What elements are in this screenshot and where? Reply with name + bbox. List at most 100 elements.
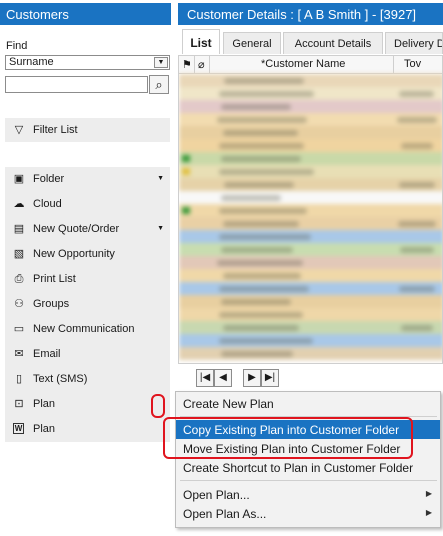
action-label: Folder [33,173,65,185]
flag-icon[interactable]: ⚑ [182,58,192,71]
action-label: New Communication [33,323,135,335]
table-row[interactable] [179,126,442,139]
plan-context-menu: Create New Plan Copy Existing Plan into … [175,391,441,528]
table-row[interactable] [179,347,442,360]
action-folder[interactable]: ▣ Folder ▼ [5,167,170,192]
customers-panel-title: Customers [0,3,171,25]
tab-delivery-details[interactable]: Delivery D [385,32,443,54]
attachment-icon[interactable]: ⌀ [198,58,205,71]
blurred-rows [179,74,442,363]
chevron-down-icon[interactable]: ▼ [157,225,164,232]
email-icon: ✉ [14,348,24,360]
action-label: Email [33,348,61,360]
cloud-icon: ☁ [13,198,25,210]
submenu-arrow-icon: ▶ [425,489,432,498]
printer-icon: ⎙ [14,273,24,285]
table-row[interactable] [179,243,442,256]
table-row[interactable] [179,191,442,204]
action-label: Plan [33,398,56,410]
action-groups[interactable]: ⚇ Groups [5,292,170,317]
menu-item-create-shortcut-to-plan[interactable]: Create Shortcut to Plan in Customer Fold… [176,458,440,477]
table-row[interactable] [179,139,442,152]
action-new-quote-order[interactable]: ▤ New Quote/Order ▼ [5,217,170,242]
column-customer-name[interactable]: *Customer Name [261,58,345,70]
submenu-arrow-icon: ▶ [425,508,432,517]
menu-item-create-new-plan[interactable]: Create New Plan [176,394,440,413]
next-record-button[interactable]: ▶ [243,369,261,387]
table-row[interactable] [179,256,442,269]
tab-list[interactable]: List [182,29,220,54]
action-label: Plan [33,423,56,435]
column-town[interactable]: Tov [404,58,421,70]
customer-grid: ⚑ ⌀ *Customer Name Tov [178,55,443,364]
table-row[interactable] [179,113,442,126]
search-button[interactable]: ⌕ [149,75,169,94]
action-label: Cloud [33,198,62,210]
grid-header: ⚑ ⌀ *Customer Name Tov [179,56,442,74]
details-tabs: List General Account Details Delivery D [178,29,443,54]
record-navigator: |◀ ◀ ▶ ▶| [196,369,280,389]
document-icon: ▤ [13,223,25,235]
plan-icon: ⊡ [14,398,24,410]
menu-item-label: Open Plan As... [183,507,267,521]
last-record-button[interactable]: ▶| [261,369,279,387]
folder-icon: ▣ [13,173,25,185]
annotation-highlight-plan-arrow [151,394,165,418]
menu-item-open-plan-as[interactable]: Open Plan As... ▶ [176,504,440,523]
action-list: ▣ Folder ▼ ☁ Cloud ▤ New Quote/Order ▼ ▧… [5,167,170,442]
find-label: Find [6,40,28,52]
table-row[interactable] [179,308,442,321]
menu-item-label: Create Shortcut to Plan in Customer Fold… [183,461,414,475]
action-print-list[interactable]: ⎙ Print List [5,267,170,292]
menu-separator [180,480,437,481]
opportunity-icon: ▧ [13,248,25,260]
action-plan[interactable]: ⊡ Plan [5,392,170,417]
action-cloud[interactable]: ☁ Cloud [5,192,170,217]
first-record-button[interactable]: |◀ [196,369,214,387]
table-row[interactable] [179,217,442,230]
previous-record-button[interactable]: ◀ [214,369,232,387]
table-row[interactable] [179,269,442,282]
groups-icon: ⚇ [14,298,24,310]
table-row[interactable] [179,165,442,178]
table-row[interactable] [179,100,442,113]
search-input[interactable] [5,76,148,93]
table-row[interactable] [179,74,442,87]
action-label: New Opportunity [33,248,115,260]
action-email[interactable]: ✉ Email [5,342,170,367]
action-label: Print List [33,273,76,285]
action-label: New Quote/Order [33,223,120,235]
menu-item-open-plan[interactable]: Open Plan... ▶ [176,485,440,504]
tab-account-details[interactable]: Account Details [283,32,383,54]
action-label: Text (SMS) [33,373,88,385]
annotation-highlight-copy-move [163,417,413,459]
table-row[interactable] [179,334,442,347]
search-icon: ⌕ [155,77,163,92]
chevron-down-icon[interactable]: ▼ [154,57,168,68]
table-row[interactable] [179,204,442,217]
action-plan-word[interactable]: W Plan [5,417,170,442]
table-row[interactable] [179,87,442,100]
table-row[interactable] [179,230,442,243]
tab-general[interactable]: General [223,32,281,54]
action-label: Groups [33,298,70,310]
menu-item-label: Create New Plan [183,397,274,411]
chevron-down-icon[interactable]: ▼ [157,175,164,182]
table-row[interactable] [179,152,442,165]
word-plan-icon: W [13,423,24,434]
find-field-value: Surname [9,56,54,68]
table-row[interactable] [179,295,442,308]
phone-icon: ▯ [15,373,23,385]
action-new-communication[interactable]: ▭ New Communication [5,317,170,342]
find-field-select[interactable]: Surname ▼ [5,55,170,70]
table-row[interactable] [179,282,442,295]
table-row[interactable] [179,321,442,334]
action-text-sms[interactable]: ▯ Text (SMS) [5,367,170,392]
chat-icon: ▭ [13,323,25,335]
filter-list-label: Filter List [33,124,78,136]
table-row[interactable] [179,178,442,191]
action-new-opportunity[interactable]: ▧ New Opportunity [5,242,170,267]
menu-item-label: Open Plan... [183,488,250,502]
filter-list-button[interactable]: ▽ Filter List [5,118,170,142]
customer-details-title: Customer Details : [ A B Smith ] - [3927… [178,3,443,25]
